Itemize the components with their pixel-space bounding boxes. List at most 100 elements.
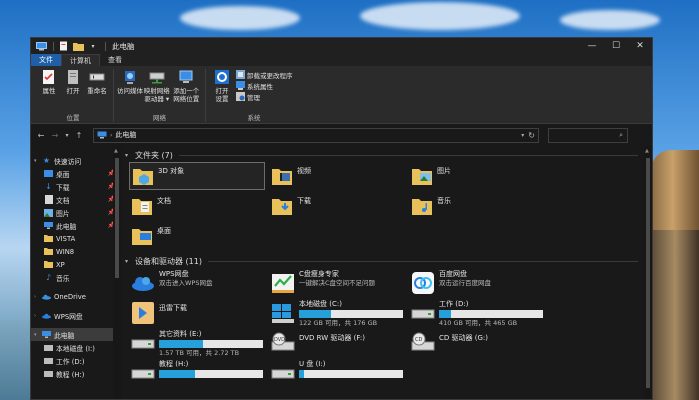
- drive-info: 其它资料 (E:) 1.57 TB 可用，共 2.72 TB: [159, 330, 263, 357]
- drive-icon: [131, 369, 155, 379]
- back-button[interactable]: ←: [35, 128, 47, 142]
- devices-grid: WPS网盘 双击进入WPS网盘 C盘瘦身专家 一键解决C盘空间不足问题 百度网盘: [125, 268, 652, 399]
- address-bar[interactable]: › 此电脑 ▾ ↻: [93, 127, 539, 143]
- sidebar-item-downloads[interactable]: ↓ 下载 📌: [31, 180, 121, 193]
- window-controls: — ☐ ✕: [580, 38, 652, 54]
- sidebar-item-drive-i[interactable]: 本地磁盘 (I:): [31, 341, 121, 354]
- gear-icon: [214, 69, 230, 85]
- media-server-icon: [122, 69, 138, 85]
- cleanup-tool-icon: [272, 274, 294, 293]
- sidebar-item-documents[interactable]: 文档 📌: [31, 193, 121, 206]
- folder-music[interactable]: 音乐: [409, 192, 545, 220]
- folder-desktop[interactable]: 桌面: [129, 222, 265, 250]
- music-icon: ♪: [45, 273, 52, 282]
- drive-info: C盘瘦身专家 一键解决C盘空间不足问题: [299, 270, 376, 287]
- check-document-icon: [41, 69, 57, 85]
- navigation-bar: ← → ▾ ↑ › 此电脑 ▾ ↻ ⌕: [31, 124, 652, 146]
- devices-section-header[interactable]: ▾ 设备和驱动器 (11): [125, 254, 652, 268]
- drive-baidu-netdisk[interactable]: 百度网盘 双击运行百度网盘: [409, 270, 549, 300]
- chevron-down-icon[interactable]: ▾: [34, 158, 42, 164]
- maximize-button[interactable]: ☐: [604, 38, 628, 54]
- folder-downloads[interactable]: 下载: [269, 192, 405, 220]
- sidebar-item-this-pc-quick[interactable]: 此电脑 📌: [31, 219, 121, 232]
- scroll-up-icon[interactable]: ▲: [114, 148, 118, 154]
- close-button[interactable]: ✕: [628, 38, 652, 54]
- minimize-button[interactable]: —: [580, 38, 604, 54]
- usage-fill: [159, 340, 203, 348]
- title-bar: ▾ 此电脑 — ☐ ✕: [31, 38, 652, 54]
- folder-videos[interactable]: 视频: [269, 162, 405, 190]
- address-text: 此电脑: [115, 131, 137, 139]
- drive-usage-bar: [439, 310, 543, 318]
- sidebar-item-this-pc[interactable]: ▾ 此电脑: [31, 328, 121, 341]
- navigation-pane: ▾ ★ 快速访问 桌面 📌 ↓ 下载 📌 文档 📌 图片 📌 此电脑 📌 VIS…: [31, 146, 121, 399]
- drive-f-dvd[interactable]: DVD DVD RW 驱动器 (F:): [269, 330, 409, 360]
- cloud-icon: [42, 312, 51, 320]
- scrollbar-thumb[interactable]: [646, 158, 650, 388]
- chevron-down-icon[interactable]: ▾: [34, 332, 42, 338]
- sidebar-item-drive-d[interactable]: 工作 (D:): [31, 354, 121, 367]
- forward-button[interactable]: →: [49, 128, 61, 142]
- drive-icon: [44, 370, 53, 378]
- sidebar-item-vista[interactable]: VISTA: [31, 232, 121, 245]
- refresh-button[interactable]: ↻: [528, 131, 535, 140]
- tab-computer[interactable]: 计算机: [61, 54, 100, 66]
- chevron-down-icon[interactable]: ▾: [125, 258, 135, 265]
- sidebar-item-drive-h[interactable]: 教程 (H:): [31, 367, 121, 380]
- chevron-right-icon[interactable]: ›: [34, 313, 42, 319]
- drive-h[interactable]: 教程 (H:): [129, 360, 269, 390]
- drive-info: WPS网盘 双击进入WPS网盘: [159, 270, 213, 287]
- sidebar-scrollbar[interactable]: ▲: [113, 146, 121, 399]
- drive-c-slim-expert[interactable]: C盘瘦身专家 一键解决C盘空间不足问题: [269, 270, 409, 300]
- drive-xunlei-download[interactable]: 迅雷下载: [129, 300, 269, 330]
- xunlei-icon: [132, 302, 154, 324]
- content-scrollbar[interactable]: ▲: [644, 146, 652, 399]
- computer-icon: [44, 222, 53, 230]
- folder-pictures[interactable]: 图片: [409, 162, 545, 190]
- open-document-icon: [65, 69, 81, 85]
- drive-usage-bar: [299, 310, 403, 318]
- sidebar-item-wps-cloud[interactable]: › WPS网盘: [31, 309, 121, 322]
- sidebar-item-xp[interactable]: XP: [31, 258, 121, 271]
- properties-icon[interactable]: [57, 41, 69, 51]
- cloud: [360, 2, 520, 30]
- ribbon-group-label: 网络: [153, 114, 166, 122]
- chevron-down-icon[interactable]: ▾: [125, 152, 135, 159]
- chevron-right-icon[interactable]: ›: [110, 132, 112, 139]
- scrollbar-thumb[interactable]: [115, 158, 119, 278]
- tab-view[interactable]: 查看: [100, 54, 130, 66]
- download-folder-icon: [272, 199, 292, 215]
- search-input[interactable]: ⌕: [548, 127, 628, 143]
- drive-g-cd[interactable]: CD CD 驱动器 (G:): [409, 330, 549, 360]
- folder-documents[interactable]: 文档: [129, 192, 265, 220]
- uninstall-program-button[interactable]: 卸载或更改程序: [236, 69, 293, 80]
- cloud-icon: [132, 277, 154, 291]
- sidebar-item-win8[interactable]: WIN8: [31, 245, 121, 258]
- up-button[interactable]: ↑: [73, 128, 85, 142]
- sidebar-item-onedrive[interactable]: › OneDrive: [31, 290, 121, 303]
- sidebar-item-desktop[interactable]: 桌面 📌: [31, 167, 121, 180]
- explorer-body: ▾ ★ 快速访问 桌面 📌 ↓ 下载 📌 文档 📌 图片 📌 此电脑 📌 VIS…: [31, 146, 652, 399]
- tab-file[interactable]: 文件: [31, 54, 61, 66]
- drive-e[interactable]: 其它资料 (E:) 1.57 TB 可用，共 2.72 TB: [129, 330, 269, 360]
- sidebar-item-music[interactable]: ♪ 音乐: [31, 271, 121, 284]
- cd-drive-icon: CD: [411, 332, 435, 351]
- drive-wps-cloud[interactable]: WPS网盘 双击进入WPS网盘: [129, 270, 269, 300]
- computer-icon: [35, 41, 47, 51]
- manage-button[interactable]: 管理: [236, 91, 293, 102]
- drive-c[interactable]: 本地磁盘 (C:) 122 GB 可用，共 176 GB: [269, 300, 409, 330]
- chevron-down-icon[interactable]: ▾: [87, 41, 99, 51]
- chevron-down-icon[interactable]: ▾: [521, 132, 524, 139]
- folders-section-header[interactable]: ▾ 文件夹 (7): [125, 148, 652, 162]
- sidebar-item-quick-access[interactable]: ▾ ★ 快速访问: [31, 154, 121, 167]
- folder-3d-objects[interactable]: 3D 对象: [129, 162, 265, 190]
- drive-info: DVD RW 驱动器 (F:): [299, 334, 365, 342]
- chevron-right-icon[interactable]: ›: [34, 294, 42, 300]
- drive-i-usb[interactable]: U 盘 (I:): [269, 360, 409, 390]
- system-properties-button[interactable]: 系统属性: [236, 80, 293, 91]
- sidebar-item-pictures[interactable]: 图片 📌: [31, 206, 121, 219]
- new-folder-icon[interactable]: [72, 41, 84, 51]
- drive-d[interactable]: 工作 (D:) 410 GB 可用，共 465 GB: [409, 300, 549, 330]
- recent-locations-button[interactable]: ▾: [63, 128, 71, 142]
- scroll-up-icon[interactable]: ▲: [645, 148, 649, 154]
